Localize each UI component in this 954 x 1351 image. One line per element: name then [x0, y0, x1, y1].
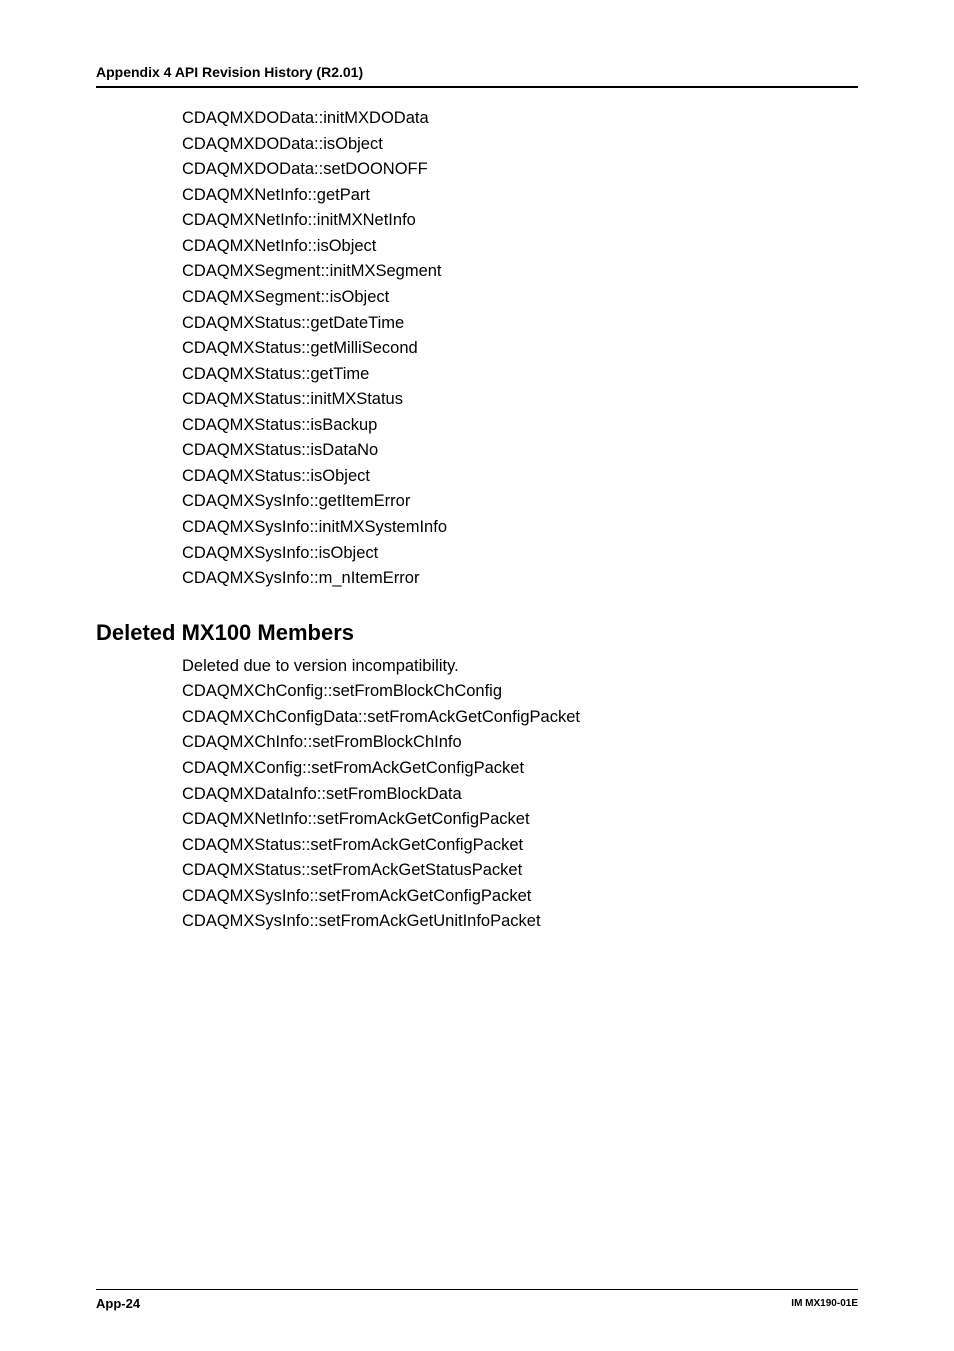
api-item: CDAQMXStatus::getTime [182, 362, 858, 388]
page-header: Appendix 4 API Revision History (R2.01) [96, 64, 858, 88]
api-item: CDAQMXDOData::setDOONOFF [182, 157, 858, 183]
api-item: CDAQMXSysInfo::initMXSystemInfo [182, 515, 858, 541]
deleted-item: CDAQMXStatus::setFromAckGetStatusPacket [182, 858, 858, 884]
deleted-item: CDAQMXConfig::setFromAckGetConfigPacket [182, 756, 858, 782]
deleted-item: CDAQMXChConfigData::setFromAckGetConfigP… [182, 705, 858, 731]
deleted-item: CDAQMXDataInfo::setFromBlockData [182, 782, 858, 808]
section-heading-deleted-members: Deleted MX100 Members [96, 620, 858, 646]
api-item: CDAQMXStatus::isObject [182, 464, 858, 490]
api-item: CDAQMXDOData::initMXDOData [182, 106, 858, 132]
api-item: CDAQMXSysInfo::getItemError [182, 489, 858, 515]
api-item: CDAQMXNetInfo::isObject [182, 234, 858, 260]
document-id: IM MX190-01E [791, 1298, 858, 1309]
deleted-item: CDAQMXChConfig::setFromBlockChConfig [182, 679, 858, 705]
api-item: CDAQMXStatus::getMilliSecond [182, 336, 858, 362]
deleted-intro: Deleted due to version incompatibility. [182, 654, 858, 680]
deleted-item: CDAQMXSysInfo::setFromAckGetConfigPacket [182, 884, 858, 910]
api-item: CDAQMXStatus::getDateTime [182, 311, 858, 337]
api-item: CDAQMXDOData::isObject [182, 132, 858, 158]
deleted-item: CDAQMXSysInfo::setFromAckGetUnitInfoPack… [182, 909, 858, 935]
api-item: CDAQMXNetInfo::initMXNetInfo [182, 208, 858, 234]
api-item: CDAQMXStatus::isDataNo [182, 438, 858, 464]
deleted-item: CDAQMXChInfo::setFromBlockChInfo [182, 730, 858, 756]
deleted-item: CDAQMXNetInfo::setFromAckGetConfigPacket [182, 807, 858, 833]
page-number: App-24 [96, 1296, 140, 1311]
api-item: CDAQMXSysInfo::m_nItemError [182, 566, 858, 592]
deleted-block: Deleted due to version incompatibility. … [182, 654, 858, 935]
api-item: CDAQMXStatus::initMXStatus [182, 387, 858, 413]
api-item: CDAQMXSysInfo::isObject [182, 541, 858, 567]
deleted-item: CDAQMXStatus::setFromAckGetConfigPacket [182, 833, 858, 859]
api-item: CDAQMXSegment::isObject [182, 285, 858, 311]
api-item: CDAQMXSegment::initMXSegment [182, 259, 858, 285]
api-list-block: CDAQMXDOData::initMXDOData CDAQMXDOData:… [182, 106, 858, 592]
api-item: CDAQMXNetInfo::getPart [182, 183, 858, 209]
api-item: CDAQMXStatus::isBackup [182, 413, 858, 439]
page-footer: App-24 IM MX190-01E [96, 1289, 858, 1311]
